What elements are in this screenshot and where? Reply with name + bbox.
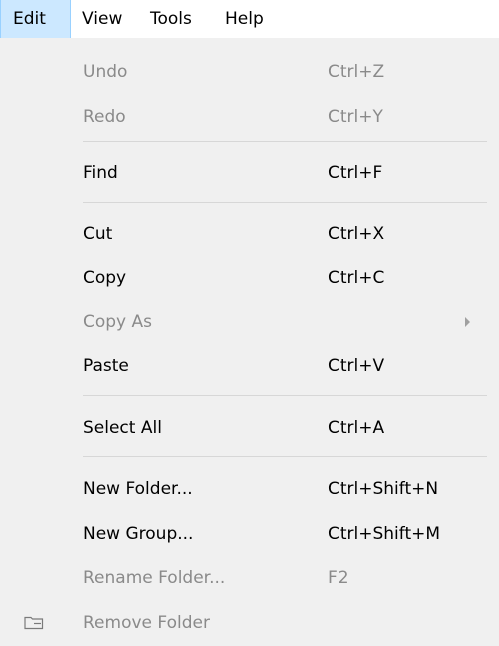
edit-menu-dropdown: Undo Ctrl+Z Redo Ctrl+Y Find Ctrl+F Cut … [0, 38, 499, 646]
menu-separator [83, 456, 487, 457]
menu-item-find[interactable]: Find Ctrl+F [0, 156, 499, 190]
menu-item-shortcut: Ctrl+X [328, 224, 385, 244]
menu-item-label: New Folder... [83, 479, 193, 499]
menu-item-new-group[interactable]: New Group... Ctrl+Shift+M [0, 517, 499, 551]
menu-item-label: Select All [83, 418, 162, 438]
menubar-edit[interactable]: Edit [0, 0, 71, 38]
menu-item-shortcut: Ctrl+F [328, 163, 383, 183]
menu-item-redo[interactable]: Redo Ctrl+Y [0, 100, 499, 134]
menu-item-label: Find [83, 163, 118, 183]
menu-item-select-all[interactable]: Select All Ctrl+A [0, 411, 499, 445]
menu-item-shortcut: Ctrl+C [328, 268, 385, 288]
menu-separator [83, 395, 487, 396]
menu-item-cut[interactable]: Cut Ctrl+X [0, 217, 499, 251]
menu-item-label: Paste [83, 356, 129, 376]
menubar-help[interactable]: Help [225, 0, 264, 38]
menu-item-shortcut: Ctrl+Y [328, 107, 383, 127]
menu-item-label: Redo [83, 107, 126, 127]
menu-item-copy[interactable]: Copy Ctrl+C [0, 261, 499, 295]
menu-item-shortcut: Ctrl+Z [328, 62, 385, 82]
menu-item-label: Copy [83, 268, 127, 288]
folder-remove-icon [24, 616, 44, 630]
menu-item-label: Cut [83, 224, 113, 244]
menu-item-shortcut: Ctrl+Shift+N [328, 479, 439, 499]
menu-item-copy-as[interactable]: Copy As [0, 305, 499, 339]
menubar-tools[interactable]: Tools [150, 0, 192, 38]
menu-separator [83, 202, 487, 203]
menu-item-label: Remove Folder [83, 613, 210, 633]
menu-item-shortcut: Ctrl+V [328, 356, 385, 376]
menu-item-shortcut: Ctrl+Shift+M [328, 524, 441, 544]
menu-item-rename-folder[interactable]: Rename Folder... F2 [0, 561, 499, 595]
menubar-view[interactable]: View [82, 0, 122, 38]
menu-item-undo[interactable]: Undo Ctrl+Z [0, 55, 499, 89]
menu-item-label: Rename Folder... [83, 568, 226, 588]
menu-item-new-folder[interactable]: New Folder... Ctrl+Shift+N [0, 472, 499, 506]
menu-item-label: New Group... [83, 524, 194, 544]
menu-item-shortcut: Ctrl+A [328, 418, 385, 438]
submenu-arrow-icon [465, 317, 470, 327]
menu-separator [83, 141, 487, 142]
menu-item-label: Copy As [83, 312, 153, 332]
window: Edit View Tools Help Undo Ctrl+Z Redo Ct… [0, 0, 499, 646]
menu-item-shortcut: F2 [328, 568, 349, 588]
menu-item-remove-folder[interactable]: Remove Folder [0, 606, 499, 640]
menu-item-label: Undo [83, 62, 128, 82]
menu-bar: Edit View Tools Help [0, 0, 499, 38]
menu-item-paste[interactable]: Paste Ctrl+V [0, 349, 499, 383]
